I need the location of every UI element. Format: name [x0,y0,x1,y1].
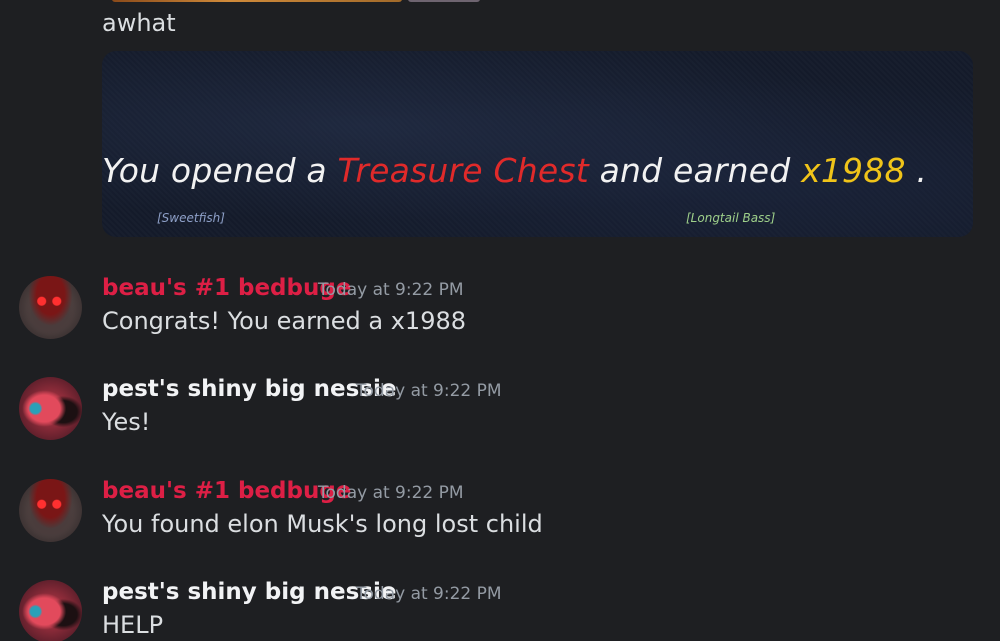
message-text: HELP [102,611,164,639]
message-item[interactable]: beau's #1 bedbuge Today at 9:22 PM You f… [0,478,1000,559]
caption-mid: and earned [588,151,802,190]
attachment-tag-right: [Longtail Bass] [686,211,776,225]
message-item[interactable]: pest's shiny big nessie Today at 9:22 PM… [0,376,1000,457]
message-text: Yes! [102,408,151,436]
caption-amount: x1988 [801,151,906,190]
avatar[interactable] [19,580,82,641]
message-item[interactable]: beau's #1 bedbuge Today at 9:22 PM Congr… [0,275,1000,356]
caption-suffix: . [905,151,928,190]
message-timestamp[interactable]: Today at 9:22 PM [356,584,502,604]
image-attachment[interactable]: You opened a Treasure Chest and earned x… [102,51,973,237]
avatar[interactable] [19,479,82,542]
message-text: awhat [102,9,176,37]
avatar[interactable] [19,377,82,440]
message-item[interactable]: pest's shiny big nessie Today at 9:22 PM… [0,579,1000,641]
message-text: You found elon Musk's long lost child [102,510,543,538]
author-name[interactable]: beau's #1 bedbuge [102,478,351,504]
avatar[interactable] [19,276,82,339]
chat-messages-pane[interactable]: awhat You opened a Treasure Chest and ea… [0,0,1000,641]
attachment-tag-left: [Sweetfish] [157,211,225,225]
attachment-caption: You opened a Treasure Chest and earned x… [102,151,927,190]
message-timestamp[interactable]: Today at 9:22 PM [318,483,464,503]
previous-image-attachment-edge[interactable] [112,0,402,2]
author-name[interactable]: pest's shiny big nessie [102,579,396,605]
message-timestamp[interactable]: Today at 9:22 PM [356,381,502,401]
message-text: Congrats! You earned a x1988 [102,307,466,335]
caption-item: Treasure Chest [337,151,589,190]
author-name[interactable]: pest's shiny big nessie [102,376,396,402]
previous-image-attachment-edge-2[interactable] [408,0,480,2]
author-name[interactable]: beau's #1 bedbuge [102,275,351,301]
caption-prefix: You opened a [102,151,338,190]
message-timestamp[interactable]: Today at 9:22 PM [318,280,464,300]
